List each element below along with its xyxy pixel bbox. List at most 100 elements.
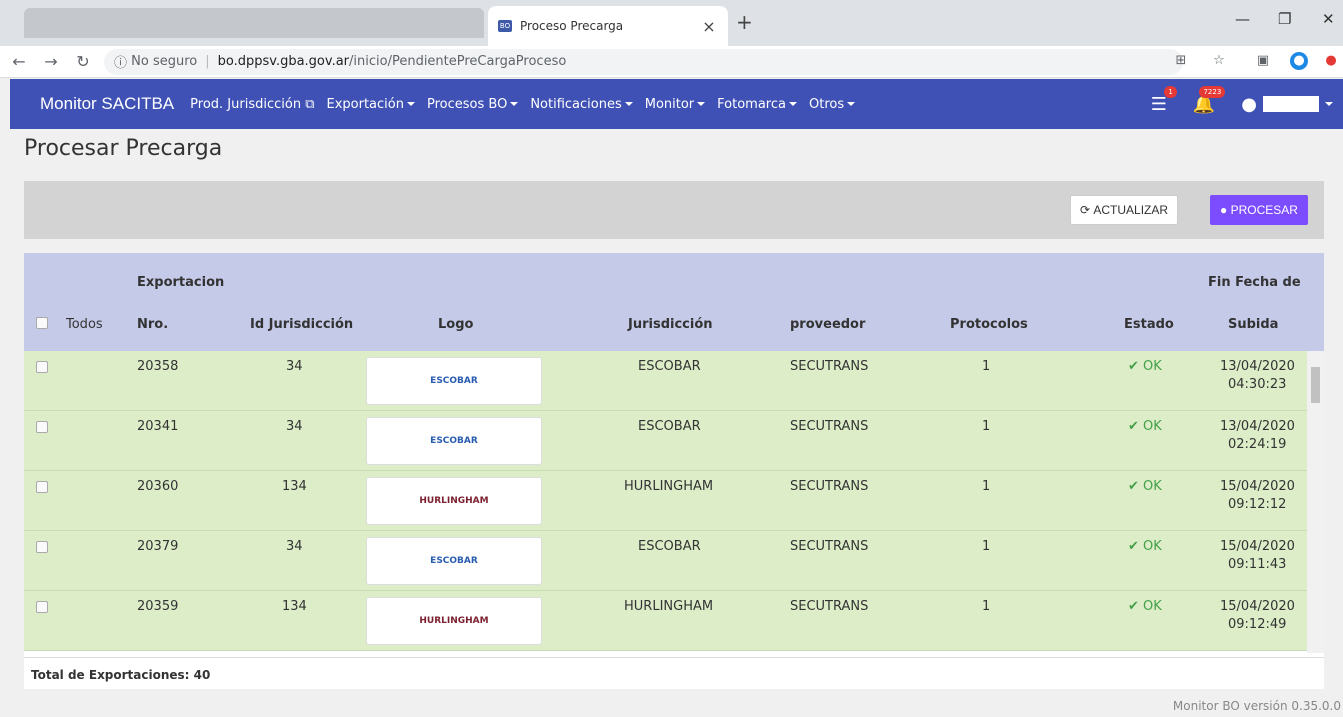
row-checkbox[interactable]: [36, 361, 48, 373]
check-icon: ✔: [1128, 539, 1144, 554]
url-input[interactable]: ⓘ No seguro | bo.dppsv.gba.gov.ar /inici…: [104, 48, 1183, 75]
bookmark-star-icon[interactable]: ☆: [1210, 52, 1228, 70]
cell-protocolos: 1: [982, 419, 991, 434]
select-all-checkbox[interactable]: [36, 317, 48, 329]
nav-prod-jurisdiccion[interactable]: Prod. Jurisdicción ⧉: [190, 97, 314, 112]
cell-nro: 20359: [137, 599, 179, 614]
cell-estado: ✔ OK: [1128, 539, 1162, 554]
hurlingham-logo: HURLINGHAM: [366, 477, 542, 525]
close-window-button[interactable]: ✕: [1322, 10, 1335, 28]
table-row[interactable]: 20360 134 HURLINGHAM HURLINGHAM SECUTRAN…: [24, 471, 1307, 531]
extension-icon[interactable]: ▣: [1254, 52, 1272, 70]
brand-logo[interactable]: Monitor SACITBA: [10, 94, 174, 114]
cell-estado: ✔ OK: [1128, 599, 1162, 614]
row-checkbox[interactable]: [36, 601, 48, 613]
table-scrollbar[interactable]: [1307, 351, 1324, 653]
header-jurisdiccion: Jurisdicción: [628, 317, 713, 332]
nav-monitor[interactable]: Monitor: [644, 96, 706, 112]
cell-nro: 20360: [137, 479, 179, 494]
browser-tab-active[interactable]: BO Proceso Precarga ×: [488, 6, 728, 46]
estado-text: OK: [1143, 419, 1162, 434]
row-checkbox[interactable]: [36, 541, 48, 553]
cell-estado: ✔ OK: [1128, 359, 1162, 374]
logo-text: ESCOBAR: [430, 556, 478, 566]
cell-id: 34: [286, 419, 303, 434]
cell-hora: 04:30:23: [1228, 377, 1287, 392]
profile-extension-icon[interactable]: ●: [1290, 52, 1308, 70]
nav-otros[interactable]: Otros: [809, 97, 856, 112]
logo-text: ESCOBAR: [430, 436, 478, 446]
table-row[interactable]: 20341 34 ESCOBAR ESCOBAR SECUTRANS 1 ✔ O…: [24, 411, 1307, 471]
actualizar-button[interactable]: ⟳ ACTUALIZAR: [1070, 195, 1178, 225]
url-separator: |: [205, 54, 210, 69]
refresh-icon: ⟳: [1079, 203, 1094, 217]
hurlingham-logo: HURLINGHAM: [366, 597, 542, 645]
table-row[interactable]: 20358 34 ESCOBAR ESCOBAR SECUTRANS 1 ✔ O…: [24, 351, 1307, 411]
restore-button[interactable]: ❐: [1278, 10, 1291, 28]
cell-id: 34: [286, 539, 303, 554]
nav-exportacion[interactable]: Exportación: [327, 97, 415, 112]
close-tab-icon[interactable]: ×: [700, 17, 718, 36]
cell-fecha: 13/04/2020: [1220, 419, 1295, 434]
nav-notificaciones[interactable]: Notificaciones: [530, 97, 633, 112]
user-menu-caret-icon[interactable]: [1325, 102, 1333, 106]
favicon-icon: BO: [498, 20, 512, 32]
header-proveedor: proveedor: [790, 317, 866, 332]
table-footer: Total de Exportaciones: 40: [24, 657, 1324, 689]
minimize-button[interactable]: —: [1235, 10, 1250, 28]
logo-text: HURLINGHAM: [419, 496, 489, 506]
forward-button[interactable]: →: [38, 52, 64, 71]
logo-text: ESCOBAR: [430, 376, 478, 386]
cell-proveedor: SECUTRANS: [790, 359, 869, 374]
caret-down-icon: [697, 102, 706, 106]
header-fin-fecha-de: Fin Fecha de: [1208, 275, 1301, 290]
cell-id: 134: [282, 599, 307, 614]
version-label: Monitor BO versión 0.35.0.0: [1172, 699, 1341, 713]
table-row[interactable]: 20379 34 ESCOBAR ESCOBAR SECUTRANS 1 ✔ O…: [24, 531, 1307, 591]
cell-estado: ✔ OK: [1128, 419, 1162, 434]
cell-fecha: 13/04/2020: [1220, 359, 1295, 374]
opera-extension-icon[interactable]: ●: [1322, 52, 1340, 70]
header-nro: Nro.: [137, 317, 169, 332]
url-path: /inicio/PendientePreCargaProceso: [349, 54, 567, 69]
nav-procesos-bo-label: Procesos BO: [426, 96, 508, 112]
cell-fecha: 15/04/2020: [1220, 539, 1295, 554]
info-icon[interactable]: ⓘ: [114, 52, 131, 71]
cell-proveedor: SECUTRANS: [790, 479, 869, 494]
cell-id: 34: [286, 359, 303, 374]
cell-protocolos: 1: [982, 359, 991, 374]
new-tab-button[interactable]: +: [736, 10, 753, 34]
task-list-icon[interactable]: ☰ 1: [1151, 85, 1177, 115]
cell-protocolos: 1: [982, 599, 991, 614]
row-checkbox[interactable]: [36, 421, 48, 433]
reload-button[interactable]: ↻: [70, 52, 96, 71]
nav-exportacion-label: Exportación: [326, 96, 404, 112]
user-name-box[interactable]: [1263, 96, 1319, 112]
escobar-logo: ESCOBAR: [366, 357, 542, 405]
translate-icon[interactable]: ⊞: [1172, 52, 1190, 70]
row-checkbox[interactable]: [36, 481, 48, 493]
cell-id: 134: [282, 479, 307, 494]
nav-prod-jurisdiccion-label: Prod. Jurisdicción: [190, 96, 302, 112]
header-exportacion: Exportacion: [137, 275, 225, 290]
cell-protocolos: 1: [982, 479, 991, 494]
caret-down-icon: [510, 102, 519, 106]
check-icon: ✔: [1128, 359, 1144, 374]
cell-hora: 02:24:19: [1228, 437, 1287, 452]
estado-text: OK: [1143, 539, 1162, 554]
header-todos: Todos: [66, 317, 103, 332]
back-button[interactable]: ←: [6, 52, 32, 71]
nav-procesos-bo[interactable]: Procesos BO: [426, 96, 519, 112]
estado-text: OK: [1143, 599, 1162, 614]
notification-bell-icon[interactable]: 🔔 7223: [1193, 85, 1226, 115]
nav-fotomarca-label: Fotomarca: [717, 96, 786, 112]
browser-tab-blank[interactable]: [24, 8, 484, 38]
external-link-icon: ⧉: [305, 96, 315, 112]
procesar-button[interactable]: ● PROCESAR: [1210, 195, 1308, 225]
cell-estado: ✔ OK: [1128, 479, 1162, 494]
nav-fotomarca[interactable]: Fotomarca: [717, 97, 797, 112]
table-row[interactable]: 20359 134 HURLINGHAM HURLINGHAM SECUTRAN…: [24, 591, 1307, 651]
scroll-thumb[interactable]: [1311, 367, 1320, 403]
user-icon[interactable]: ●: [1241, 94, 1257, 115]
nav-monitor-label: Monitor: [644, 96, 695, 112]
